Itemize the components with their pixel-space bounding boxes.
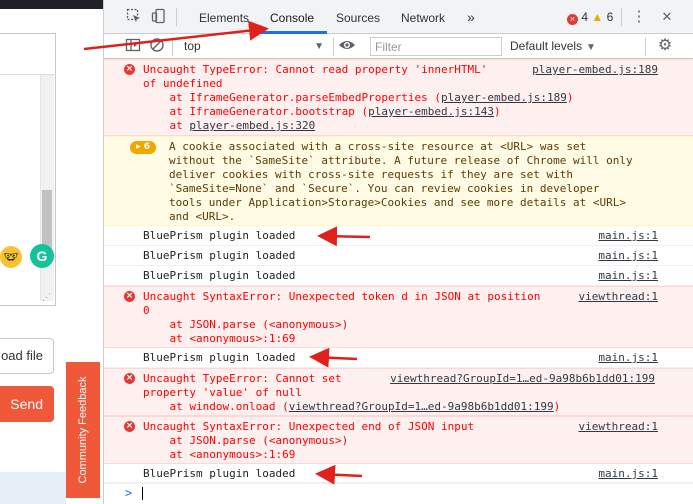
more-tabs-icon[interactable]: »	[467, 0, 475, 34]
console-log-message[interactable]: BluePrism plugin loaded main.js:1	[104, 348, 693, 368]
console-prompt[interactable]: >	[104, 482, 693, 504]
message-text: BluePrism plugin loaded	[143, 249, 296, 262]
toolbar-separator	[333, 38, 334, 56]
page-top-strip	[0, 0, 103, 9]
console-warning-message[interactable]: ▸ 6 A cookie associated with a cross-sit…	[104, 136, 693, 226]
message-text: A cookie associated with a cross-site re…	[169, 140, 633, 223]
console-error-message[interactable]: × Uncaught TypeError: Cannot set propert…	[104, 368, 693, 416]
sidebar-toggle-icon[interactable]	[124, 37, 142, 55]
message-source-link[interactable]: main.js:1	[598, 249, 658, 263]
stack-link[interactable]: player-embed.js:143	[368, 105, 494, 118]
stack-link[interactable]: player-embed.js:189	[441, 91, 567, 104]
message-text: Uncaught SyntaxError: Unexpected token d…	[143, 290, 541, 345]
text-caret	[142, 487, 143, 500]
prompt-chevron-icon: >	[125, 486, 133, 500]
console-error-message[interactable]: × Uncaught SyntaxError: Unexpected token…	[104, 286, 693, 348]
message-text: Uncaught SyntaxError: Unexpected end of …	[143, 420, 475, 461]
message-source-link[interactable]: player-embed.js:189	[532, 63, 658, 77]
log-levels-label: Default levels	[510, 39, 583, 53]
console-log-message[interactable]: BluePrism plugin loaded main.js:1	[104, 246, 693, 266]
message-source-link[interactable]: main.js:1	[598, 269, 658, 283]
error-icon: ×	[124, 421, 135, 432]
devtools-menu-icon[interactable]: ⋮	[630, 8, 648, 26]
community-feedback-label: Community Feedback	[77, 376, 89, 484]
issue-counter[interactable]: × 4 ▲ 6	[567, 9, 613, 25]
device-toolbar-icon[interactable]	[150, 8, 168, 26]
stack-link[interactable]: viewthread?GroupId=1…ed-9a98b6b1dd01:199	[289, 400, 554, 413]
console-settings-gear-icon[interactable]: ⚙	[656, 37, 674, 55]
message-source-link[interactable]: viewthread?GroupId=1…ed-9a98b6b1dd01:199	[390, 372, 655, 386]
console-log-message[interactable]: BluePrism plugin loaded main.js:1	[104, 266, 693, 286]
page-area: ⋰ 🤓 G oad file Send Community Feedback	[0, 0, 103, 504]
dropdown-arrow-icon: ▼	[314, 41, 324, 52]
console-log-message[interactable]: BluePrism plugin loaded main.js:1	[104, 464, 693, 484]
page-footer-strip	[0, 472, 66, 504]
error-icon: ×	[567, 14, 578, 25]
devtools-panel: Elements Console Sources Network » × 4 ▲…	[103, 0, 693, 504]
context-selector[interactable]: top ▼	[184, 37, 324, 56]
tab-console[interactable]: Console	[270, 0, 314, 34]
message-source-link[interactable]: viewthread:1	[579, 290, 658, 304]
message-text: BluePrism plugin loaded	[143, 467, 296, 480]
filter-input[interactable]	[370, 37, 502, 56]
close-icon[interactable]: ✕	[658, 8, 676, 26]
resize-grip-icon[interactable]: ⋰	[42, 292, 52, 302]
message-text: BluePrism plugin loaded	[143, 229, 296, 242]
emoji-icon[interactable]: 🤓	[0, 246, 22, 268]
send-button[interactable]: Send	[0, 386, 54, 422]
upload-file-button[interactable]: oad file	[0, 338, 54, 374]
message-source-link[interactable]: main.js:1	[598, 351, 658, 365]
toolbar-separator	[172, 38, 173, 56]
stack-link[interactable]: player-embed.js:320	[189, 119, 315, 132]
warning-count: 6	[606, 10, 614, 24]
console-log-message[interactable]: BluePrism plugin loaded main.js:1	[104, 226, 693, 246]
message-source-link[interactable]: viewthread:1	[579, 420, 658, 434]
toolbar-separator	[645, 38, 646, 56]
warning-group-badge: ▸ 6	[130, 141, 156, 154]
error-icon: ×	[124, 64, 135, 75]
tab-separator	[176, 8, 177, 26]
message-source-link[interactable]: main.js:1	[598, 467, 658, 481]
tab-elements[interactable]: Elements	[199, 0, 249, 34]
live-expression-eye-icon[interactable]	[338, 37, 356, 55]
message-text: BluePrism plugin loaded	[143, 351, 296, 364]
inspect-element-icon[interactable]	[125, 8, 143, 26]
log-levels-dropdown[interactable]: Default levels ▼	[510, 37, 596, 57]
dropdown-arrow-icon: ▼	[586, 42, 596, 53]
console-toolbar: top ▼ Default levels▼ ⚙	[104, 34, 693, 59]
message-text: BluePrism plugin loaded	[143, 269, 296, 282]
context-value: top	[184, 39, 201, 53]
clear-console-icon[interactable]	[148, 37, 166, 55]
devtools-tab-bar: Elements Console Sources Network » × 4 ▲…	[104, 0, 693, 34]
grammarly-icon[interactable]: G	[30, 244, 54, 268]
tab-sources[interactable]: Sources	[336, 0, 380, 34]
error-count: 4	[581, 10, 589, 24]
editor-scrollbar-thumb[interactable]	[42, 190, 52, 250]
warning-icon: ▲	[591, 10, 604, 24]
console-messages: × Uncaught TypeError: Cannot read proper…	[104, 59, 693, 504]
community-feedback-tab[interactable]: Community Feedback	[66, 362, 100, 498]
console-error-message[interactable]: × Uncaught TypeError: Cannot read proper…	[104, 59, 693, 136]
error-icon: ×	[124, 291, 135, 302]
tab-network[interactable]: Network	[401, 0, 445, 34]
tab-separator	[621, 8, 622, 26]
console-error-message[interactable]: × Uncaught SyntaxError: Unexpected end o…	[104, 416, 693, 464]
message-source-link[interactable]: main.js:1	[598, 229, 658, 243]
message-text: Uncaught TypeError: Cannot read property…	[143, 63, 574, 132]
error-icon: ×	[124, 373, 135, 384]
